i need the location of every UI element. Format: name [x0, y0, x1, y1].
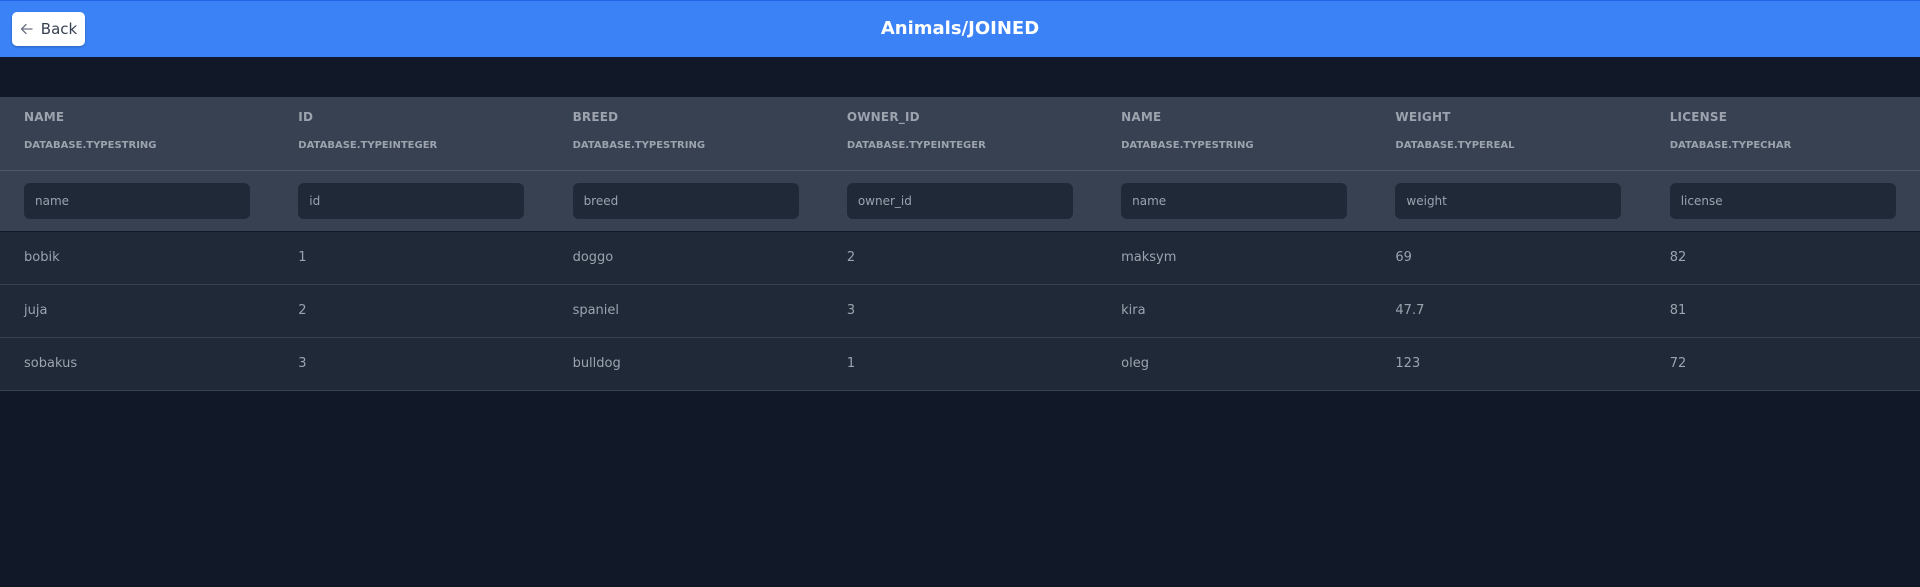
- table-cell: maksym: [1097, 230, 1372, 285]
- column-header-row: NAME DATABASE.TYPESTRING ID DATABASE.TYP…: [0, 97, 1920, 171]
- table-cell: 123: [1371, 337, 1646, 391]
- column-type: DATABASE.TYPESTRING: [1121, 140, 1254, 151]
- column-type: DATABASE.TYPEREAL: [1395, 140, 1515, 151]
- column-name: BREED: [572, 110, 619, 124]
- table-cell: 1: [274, 230, 549, 285]
- table-cell: 82: [1645, 230, 1920, 285]
- column-name: NAME: [24, 110, 65, 124]
- table-cell: 81: [1645, 284, 1920, 338]
- table-cell: 72: [1645, 337, 1920, 391]
- filter-input-weight[interactable]: [1395, 182, 1622, 219]
- filter-input-owner-name[interactable]: [1121, 182, 1348, 219]
- column-type: DATABASE.TYPECHAR: [1669, 140, 1792, 151]
- column-type: DATABASE.TYPEINTEGER: [846, 140, 986, 151]
- table-cell: 2: [274, 284, 549, 338]
- table-cell: 47.7: [1371, 284, 1646, 338]
- table-cell: spaniel: [548, 284, 823, 338]
- filter-input-name[interactable]: [24, 182, 250, 219]
- table-row[interactable]: bobik 1 doggo 2 maksym 69 82: [0, 230, 1920, 285]
- table-cell: bulldog: [548, 337, 823, 391]
- filter-row: [0, 170, 1920, 231]
- table-cell: kira: [1097, 284, 1372, 338]
- column-name: NAME: [1121, 110, 1162, 124]
- column-header-owner-name: NAME DATABASE.TYPESTRING: [1097, 97, 1372, 171]
- filter-input-id[interactable]: [298, 182, 525, 219]
- data-table-container: NAME DATABASE.TYPESTRING ID DATABASE.TYP…: [0, 97, 1920, 391]
- filter-input-breed[interactable]: [572, 182, 799, 219]
- table-cell: 1: [822, 337, 1098, 391]
- column-type: DATABASE.TYPESTRING: [572, 140, 706, 151]
- table-cell: oleg: [1097, 337, 1372, 391]
- column-header-id: ID DATABASE.TYPEINTEGER: [274, 97, 549, 171]
- table-cell: juja: [0, 284, 275, 338]
- table-cell: 3: [274, 337, 549, 391]
- column-type: DATABASE.TYPEINTEGER: [298, 140, 438, 151]
- column-name: OWNER_ID: [846, 110, 920, 124]
- filter-input-owner-id[interactable]: [846, 182, 1073, 219]
- column-name: ID: [298, 110, 314, 124]
- table-cell: 69: [1371, 230, 1646, 285]
- table-cell: sobakus: [0, 337, 275, 391]
- column-header-license: LICENSE DATABASE.TYPECHAR: [1645, 97, 1920, 171]
- table-row[interactable]: juja 2 spaniel 3 kira 47.7 81: [0, 284, 1920, 338]
- table-cell: bobik: [0, 230, 275, 285]
- column-header-name: NAME DATABASE.TYPESTRING: [0, 97, 275, 171]
- column-header-owner-id: OWNER_ID DATABASE.TYPEINTEGER: [822, 97, 1098, 171]
- table-row[interactable]: sobakus 3 bulldog 1 oleg 123 72: [0, 337, 1920, 391]
- top-bar: Back Animals/JOINED: [0, 0, 1920, 57]
- column-name: LICENSE: [1669, 110, 1728, 124]
- column-header-weight: WEIGHT DATABASE.TYPEREAL: [1371, 97, 1646, 171]
- table-cell: doggo: [548, 230, 823, 285]
- column-name: WEIGHT: [1395, 110, 1451, 124]
- column-type: DATABASE.TYPESTRING: [24, 140, 157, 151]
- data-table: NAME DATABASE.TYPESTRING ID DATABASE.TYP…: [0, 97, 1920, 391]
- table-cell: 2: [822, 230, 1098, 285]
- filter-input-license[interactable]: [1669, 182, 1896, 219]
- table-cell: 3: [822, 284, 1098, 338]
- column-header-breed: BREED DATABASE.TYPESTRING: [548, 97, 823, 171]
- page-title: Animals/JOINED: [880, 18, 1040, 39]
